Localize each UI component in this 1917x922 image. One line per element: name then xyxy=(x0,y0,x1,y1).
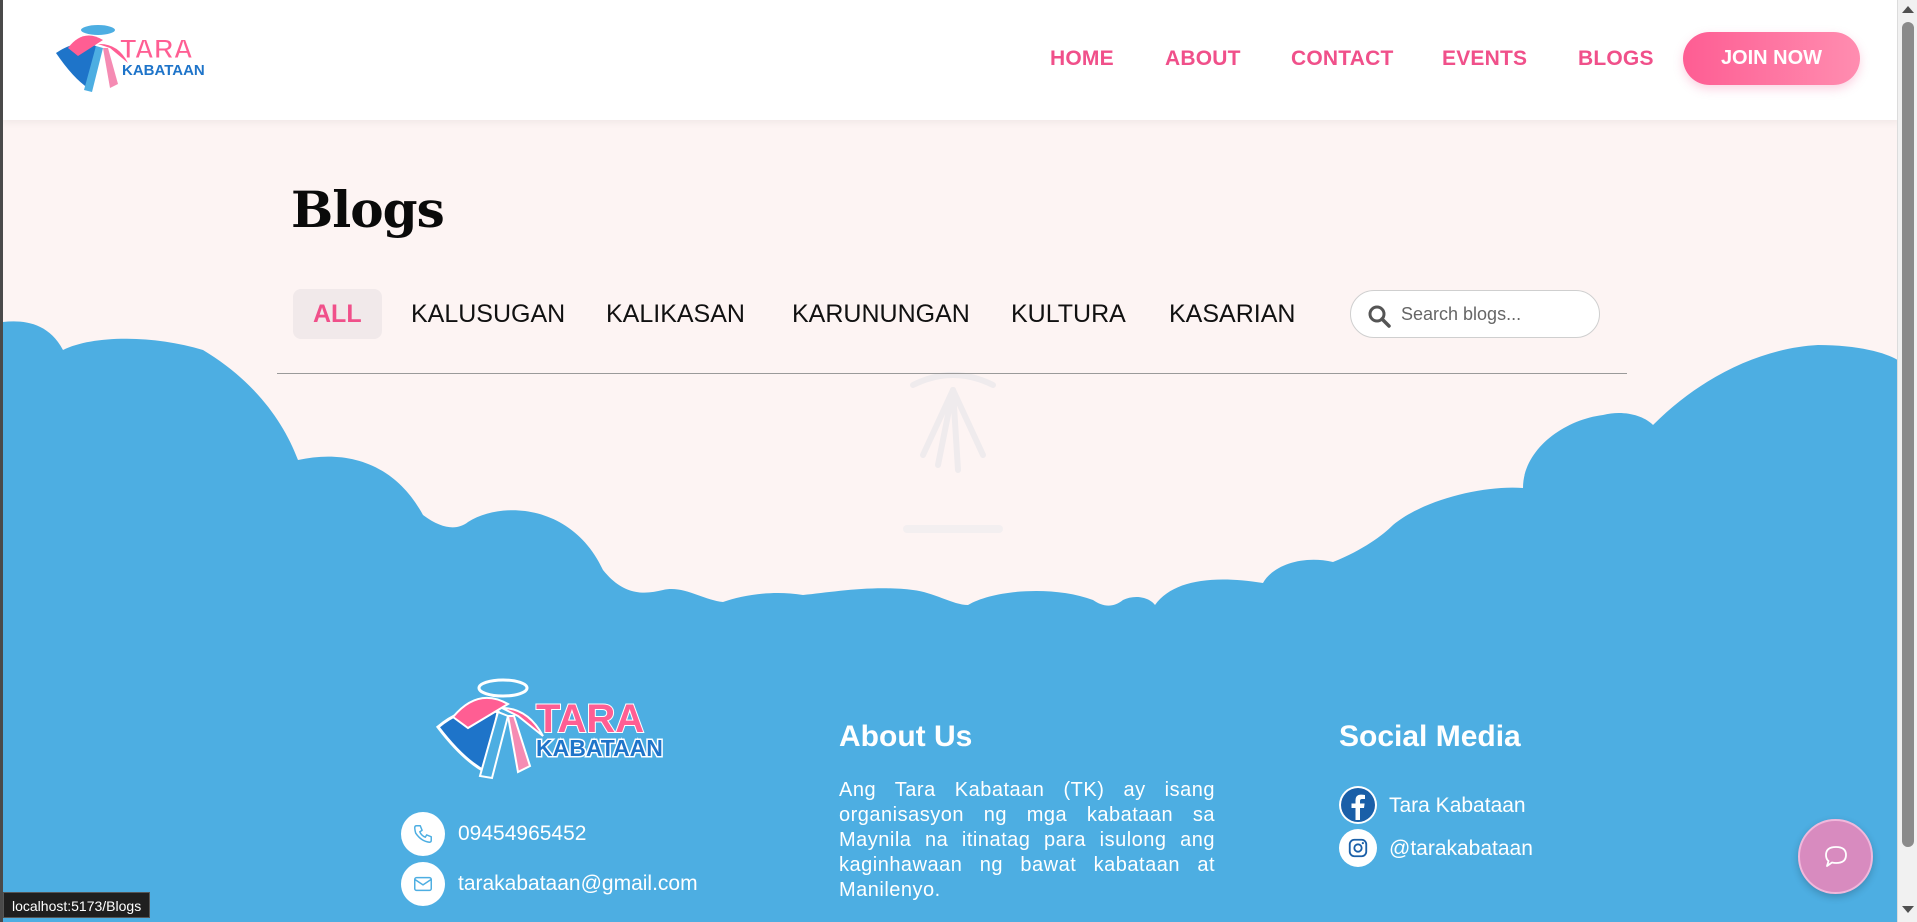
facebook-name[interactable]: Tara Kabataan xyxy=(1389,794,1526,818)
email-address[interactable]: tarakabataan@gmail.com xyxy=(458,872,698,896)
chat-icon xyxy=(1824,845,1847,867)
svg-text:KABATAAN: KABATAAN xyxy=(536,735,663,761)
phone-number: 09454965452 xyxy=(458,822,587,845)
watermark-logo-icon xyxy=(903,372,1003,533)
blog-search-box[interactable] xyxy=(1350,290,1600,338)
nav-about-link[interactable]: ABOUT xyxy=(1165,47,1241,71)
nav-links: HOME ABOUT CONTACT EVENTS BLOGS xyxy=(3,0,1897,120)
chat-button[interactable] xyxy=(1798,819,1873,894)
facebook-icon[interactable] xyxy=(1339,786,1377,824)
scroll-down-arrow-icon[interactable] xyxy=(1902,906,1914,913)
search-input[interactable] xyxy=(1401,299,1586,329)
phone-icon xyxy=(401,812,445,856)
search-icon xyxy=(1368,305,1391,328)
status-bar-url: localhost:5173/Blogs xyxy=(3,892,151,918)
join-now-button[interactable]: JOIN NOW xyxy=(1683,32,1860,85)
nav-events-link[interactable]: EVENTS xyxy=(1442,47,1527,71)
tab-all[interactable]: ALL xyxy=(293,289,382,339)
tab-kultura[interactable]: KULTURA xyxy=(1011,289,1126,339)
footer-logo: TARA KABATAAN xyxy=(435,678,664,780)
tab-karunungan[interactable]: KARUNUNGAN xyxy=(792,289,970,339)
about-heading: About Us xyxy=(839,720,973,753)
instagram-handle[interactable]: @tarakabataan xyxy=(1389,837,1533,861)
tab-kasarian[interactable]: KASARIAN xyxy=(1169,289,1295,339)
scroll-thumb[interactable] xyxy=(1902,22,1914,847)
tab-kalusugan[interactable]: KALUSUGAN xyxy=(411,289,565,339)
nav-contact-link[interactable]: CONTACT xyxy=(1291,47,1394,71)
instagram-icon[interactable] xyxy=(1339,829,1377,867)
page-viewport: TARA KABATAAN HOME ABOUT CONTACT EVENTS … xyxy=(0,0,1897,922)
tab-kalikasan[interactable]: KALIKASAN xyxy=(606,289,745,339)
about-text: Ang Tara Kabataan (TK) ay isang organisa… xyxy=(839,779,1215,901)
vertical-scrollbar[interactable] xyxy=(1897,0,1917,922)
nav-blogs-link[interactable]: BLOGS xyxy=(1578,47,1654,71)
mail-icon xyxy=(401,862,445,906)
tabs-divider xyxy=(277,373,1627,374)
page-title: Blogs xyxy=(291,180,445,239)
social-heading: Social Media xyxy=(1339,720,1521,753)
nav-home-link[interactable]: HOME xyxy=(1050,47,1114,71)
scroll-up-arrow-icon[interactable] xyxy=(1902,6,1914,13)
top-navbar: TARA KABATAAN HOME ABOUT CONTACT EVENTS … xyxy=(3,0,1897,120)
